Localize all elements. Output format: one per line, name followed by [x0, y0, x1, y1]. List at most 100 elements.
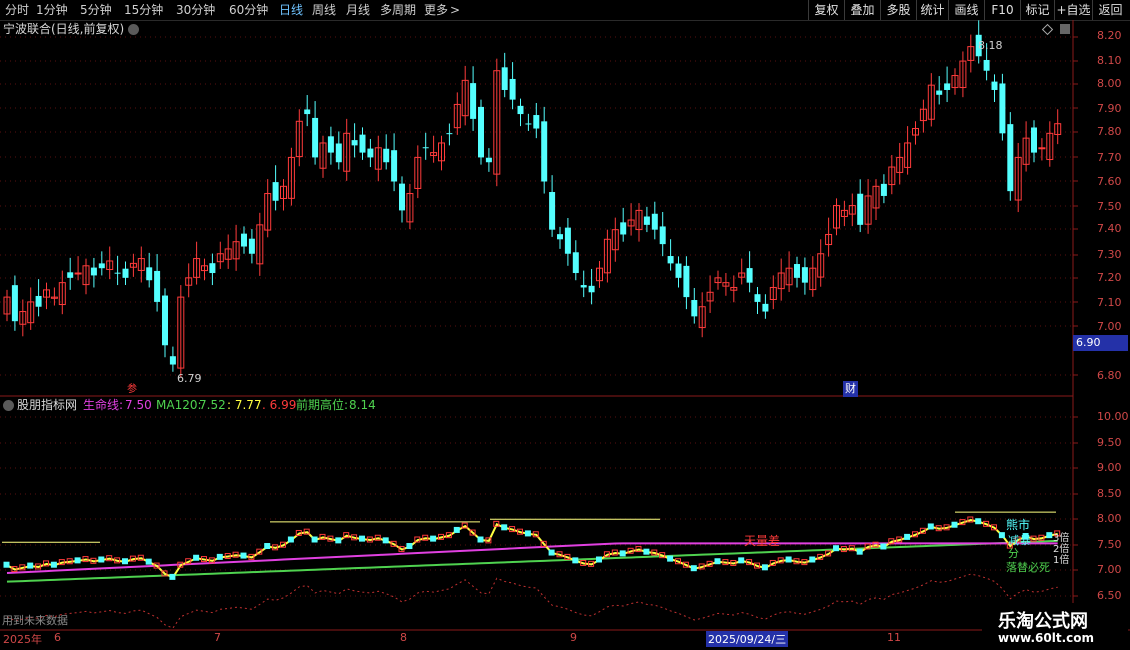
kline-chart[interactable] [0, 0, 1130, 650]
indicator-candle [311, 536, 318, 543]
hu-annotation: 暴 [1020, 534, 1031, 547]
indicator-candle [548, 549, 555, 556]
month-label: 8 [400, 631, 407, 644]
future-data-note: 用到未来数据 [2, 614, 68, 627]
indicator-tick: 7.00 [1097, 563, 1122, 576]
price-tick: 7.60 [1097, 175, 1122, 188]
indicator-tick: 8.00 [1097, 512, 1122, 525]
candle-body [683, 265, 690, 298]
candle-body [470, 83, 477, 119]
candle-body [248, 238, 255, 254]
candle-body [335, 143, 342, 163]
indicator-candle [643, 548, 650, 555]
price-tick: 7.90 [1097, 102, 1122, 115]
indicator-candle [738, 557, 745, 564]
candle-body [367, 148, 374, 158]
tibi-annotation: 落替必死 [1006, 561, 1050, 574]
price-tick: 7.30 [1097, 248, 1122, 261]
indicator-candle [572, 557, 579, 564]
candle-body [509, 78, 516, 100]
high-price-label: 8.18 [978, 39, 1003, 52]
indicator-candle [904, 533, 911, 540]
indicator-candle [240, 552, 247, 559]
month-label: 11 [887, 631, 901, 644]
candle-body [541, 121, 548, 182]
candle-body [146, 267, 153, 281]
candle-body [620, 222, 627, 235]
candle-body [1007, 124, 1014, 192]
indicator-candle [335, 537, 342, 544]
candle-body [359, 134, 366, 153]
indicator-candle [98, 556, 105, 563]
indicator-candle [3, 561, 10, 568]
candle-body [154, 270, 161, 302]
candle-body [999, 83, 1006, 134]
candle-body [1031, 127, 1037, 153]
candle-body [162, 295, 168, 346]
candle-body [351, 140, 358, 146]
indicator-candle [359, 535, 365, 542]
indicator-candle [74, 557, 81, 564]
indicator-candle [169, 573, 176, 580]
chevron-down-icon[interactable] [3, 400, 14, 411]
indicator-candle [406, 543, 413, 550]
indicator-tick: 9.00 [1097, 461, 1122, 474]
indicator-candle [453, 526, 460, 533]
candle-body [691, 300, 698, 317]
candle-body [572, 252, 579, 274]
indicator-candle [880, 543, 887, 550]
tianli-annotation: 天量差 [744, 534, 781, 548]
indicator-candle [193, 554, 200, 561]
candle-body [880, 183, 887, 196]
candle-body [209, 263, 216, 274]
watermark: 乐淘公式网 www.60lt.com [982, 603, 1128, 647]
indicator-candle [122, 558, 128, 565]
candle-body [746, 268, 753, 283]
ma120-value: 7.52 [199, 398, 226, 412]
indicator-tick: 10.00 [1097, 410, 1129, 423]
candle-body [11, 285, 18, 322]
life-line-value: 7.50 [125, 398, 152, 412]
candle-body [525, 123, 532, 125]
candle-body [446, 133, 453, 135]
candle-body [675, 263, 682, 278]
indicator-candle [264, 543, 271, 550]
prev-high-label: 前期高位: [296, 398, 349, 412]
candle-body [1038, 147, 1046, 150]
price-tick: 7.10 [1097, 296, 1122, 309]
indicator-tick: 8.50 [1097, 487, 1122, 500]
indicator-candle [287, 536, 294, 543]
candle-body [327, 136, 334, 153]
candle-body [169, 356, 176, 365]
indicator-candle [761, 564, 768, 571]
candle-body [501, 67, 508, 90]
indicator-candle [1046, 532, 1053, 539]
multi-label-2: 2倍 [1053, 544, 1070, 555]
candle-body [272, 182, 279, 201]
indicator-candle [477, 536, 484, 543]
indicator-candle [785, 556, 792, 563]
indicator-candle [809, 556, 816, 563]
finance-marker[interactable]: 财 [843, 381, 858, 397]
event-marker[interactable]: 参 [127, 382, 137, 398]
candle-body [944, 83, 951, 90]
candle-body [114, 272, 121, 274]
indicator-candle [596, 556, 602, 563]
ma120-label: MA120: [156, 398, 202, 412]
price-tick: 6.80 [1097, 369, 1122, 382]
candle-body [659, 226, 666, 245]
candle-body [557, 234, 563, 240]
candle-body [983, 59, 990, 71]
year-label: 2025年 [3, 633, 42, 646]
candle-body [478, 106, 484, 158]
shi-annotation: 熊市 [1006, 518, 1031, 532]
price-tick: 7.50 [1097, 200, 1122, 213]
candle-body [98, 263, 105, 269]
candle-body [90, 267, 97, 276]
candle-body [241, 233, 247, 247]
indicator-tick: 9.50 [1097, 436, 1122, 449]
indicator-candle [619, 550, 626, 557]
indicator-name[interactable]: 股朋指标网 [17, 397, 77, 413]
candle-body [35, 295, 42, 307]
square-icon [1060, 24, 1070, 34]
